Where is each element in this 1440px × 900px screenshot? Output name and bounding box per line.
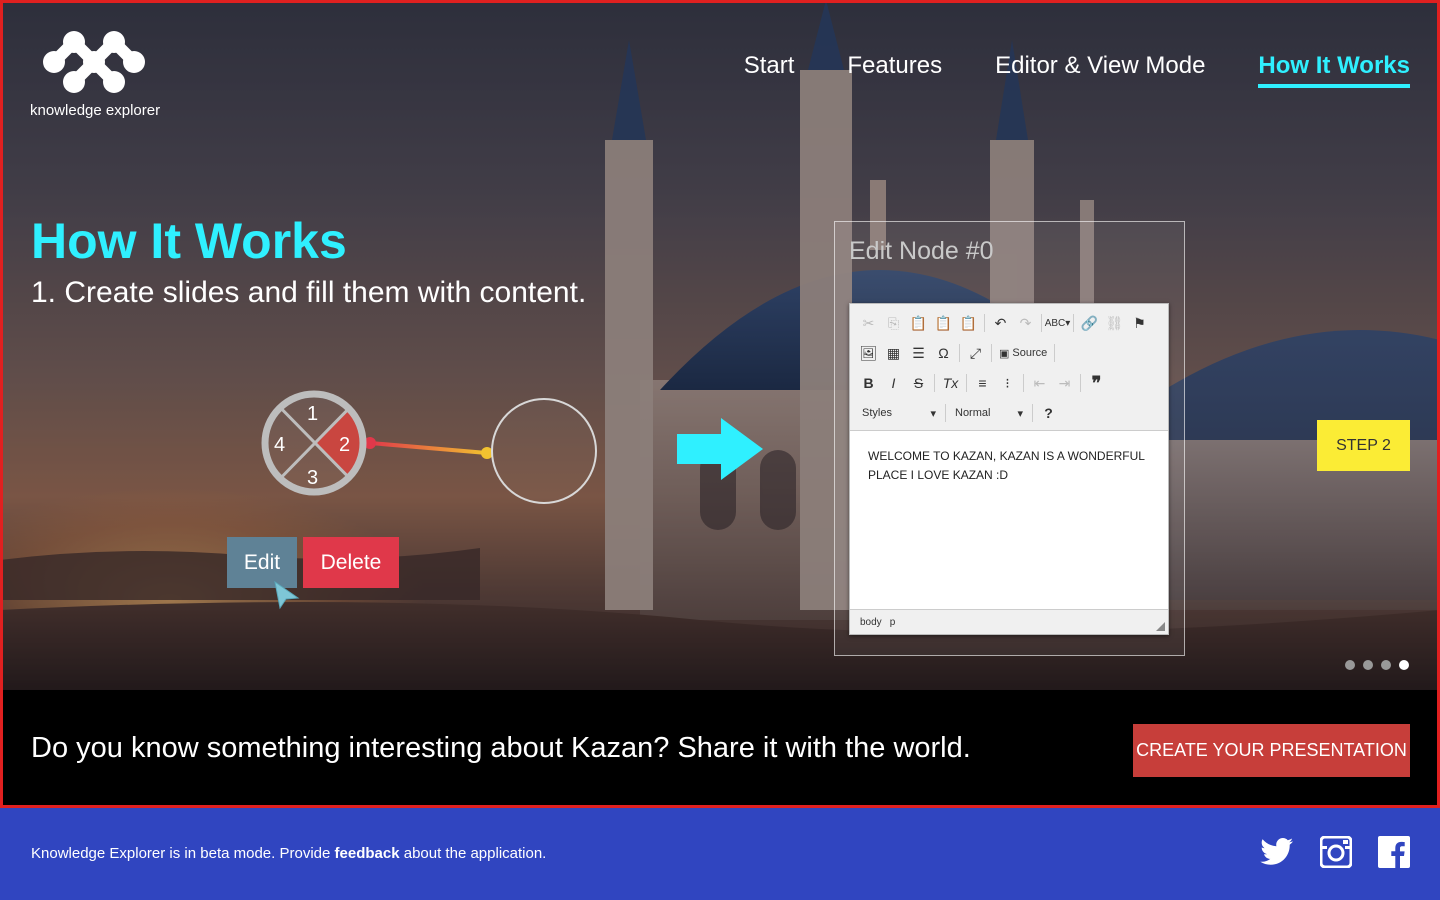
editor-content[interactable]: WELCOME TO KAZAN, KAZAN IS A WONDERFUL P… xyxy=(850,431,1168,609)
edit-node-panel: Edit Node #0 ✂ ⎘ 📋 📋 📋 ↶ ↷ ABC▾ 🔗 ⛓ ⚑ 🖼 … xyxy=(834,221,1185,656)
node-segment-1[interactable]: 1 xyxy=(307,403,318,425)
cta-text: Do you know something interesting about … xyxy=(31,732,971,764)
strikethrough-icon[interactable]: S xyxy=(906,371,931,395)
feedback-link[interactable]: feedback xyxy=(335,845,400,862)
undo-icon[interactable]: ↶ xyxy=(988,311,1013,335)
logo-icon xyxy=(43,31,145,93)
arrow-right-icon xyxy=(677,418,763,480)
footer-text: Knowledge Explorer is in beta mode. Prov… xyxy=(31,845,546,862)
cta-bar: Do you know something interesting about … xyxy=(0,690,1440,808)
logo-text: knowledge explorer xyxy=(30,102,161,119)
photo-overlay xyxy=(0,0,1440,690)
editor-toolbar: ✂ ⎘ 📋 📋 📋 ↶ ↷ ABC▾ 🔗 ⛓ ⚑ 🖼 ▦ ☰ Ω ⤢ ▣ Sou… xyxy=(850,304,1168,431)
redo-icon[interactable]: ↷ xyxy=(1013,311,1038,335)
slide-dots xyxy=(1345,660,1409,670)
cursor-pointer-icon xyxy=(274,580,300,610)
step-badge: STEP 2 xyxy=(1317,420,1410,471)
node-diagram: 1 2 3 4 xyxy=(261,390,597,504)
source-label: Source xyxy=(1012,347,1048,359)
node-segment-4[interactable]: 4 xyxy=(274,434,285,456)
node-segment-2[interactable]: 2 xyxy=(339,434,350,456)
chevron-down-icon: ▾ xyxy=(930,407,936,420)
slide-dot-3[interactable] xyxy=(1381,660,1391,670)
spellcheck-icon[interactable]: ABC▾ xyxy=(1045,311,1071,335)
unlink-icon[interactable]: ⛓ xyxy=(1102,311,1127,335)
resize-handle-icon[interactable] xyxy=(1156,622,1165,631)
path-p[interactable]: p xyxy=(890,617,896,628)
path-body[interactable]: body xyxy=(860,617,882,628)
footer: Knowledge Explorer is in beta mode. Prov… xyxy=(0,808,1440,900)
main-nav: Start Features Editor & View Mode How It… xyxy=(744,52,1410,88)
nav-start[interactable]: Start xyxy=(744,52,795,88)
node-segment-3[interactable]: 3 xyxy=(307,467,318,489)
cut-icon[interactable]: ✂ xyxy=(856,311,881,335)
maximize-icon[interactable]: ⤢ xyxy=(963,341,988,365)
facebook-icon[interactable] xyxy=(1378,836,1410,872)
outdent-icon[interactable]: ⇤ xyxy=(1027,371,1052,395)
indent-icon[interactable]: ⇥ xyxy=(1052,371,1077,395)
help-icon[interactable]: ? xyxy=(1036,401,1061,425)
special-char-icon[interactable]: Ω xyxy=(931,341,956,365)
styles-label: Styles xyxy=(862,407,892,419)
delete-button[interactable]: Delete xyxy=(303,537,399,588)
format-dropdown[interactable]: Normal ▾ xyxy=(949,407,1029,420)
italic-icon[interactable]: I xyxy=(881,371,906,395)
horizontal-line-icon[interactable]: ☰ xyxy=(906,341,931,365)
copy-icon[interactable]: ⎘ xyxy=(881,311,906,335)
hero-section: knowledge explorer Start Features Editor… xyxy=(0,0,1440,690)
source-button[interactable]: ▣ Source xyxy=(995,347,1051,360)
paste-word-icon[interactable]: 📋 xyxy=(956,311,981,335)
styles-dropdown[interactable]: Styles ▾ xyxy=(856,407,942,420)
hero-title: How It Works xyxy=(31,213,347,269)
empty-node[interactable] xyxy=(491,398,597,504)
link-icon[interactable]: 🔗 xyxy=(1077,311,1102,335)
social-links xyxy=(1260,835,1410,872)
node-connector xyxy=(369,441,488,455)
twitter-icon[interactable] xyxy=(1260,838,1294,870)
nav-editor-view-mode[interactable]: Editor & View Mode xyxy=(995,52,1205,88)
create-presentation-button[interactable]: CREATE YOUR PRESENTATION xyxy=(1133,724,1410,777)
chevron-down-icon: ▾ xyxy=(1017,407,1023,420)
remove-format-icon[interactable]: Tx xyxy=(938,371,963,395)
paste-text-icon[interactable]: 📋 xyxy=(931,311,956,335)
anchor-flag-icon[interactable]: ⚑ xyxy=(1127,311,1152,335)
table-icon[interactable]: ▦ xyxy=(881,341,906,365)
source-icon: ▣ xyxy=(999,347,1010,360)
numbered-list-icon[interactable]: ≡ xyxy=(970,371,995,395)
format-label: Normal xyxy=(955,407,991,419)
bold-icon[interactable]: B xyxy=(856,371,881,395)
logo[interactable]: knowledge explorer xyxy=(30,28,170,123)
edit-panel-title: Edit Node #0 xyxy=(849,237,994,265)
editor-status-bar: body p xyxy=(850,609,1168,634)
blockquote-icon[interactable]: ❞ xyxy=(1084,371,1109,395)
bullet-list-icon[interactable]: ⁝ xyxy=(995,371,1020,395)
slide-dot-1[interactable] xyxy=(1345,660,1355,670)
image-icon[interactable]: 🖼 xyxy=(856,341,881,365)
footer-text-after: about the application. xyxy=(399,845,547,862)
nav-how-it-works[interactable]: How It Works xyxy=(1258,52,1410,88)
footer-text-before: Knowledge Explorer is in beta mode. Prov… xyxy=(31,845,335,862)
slide-dot-4[interactable] xyxy=(1399,660,1409,670)
paste-icon[interactable]: 📋 xyxy=(906,311,931,335)
hero-subtitle: 1. Create slides and fill them with cont… xyxy=(31,276,587,309)
rich-text-editor: ✂ ⎘ 📋 📋 📋 ↶ ↷ ABC▾ 🔗 ⛓ ⚑ 🖼 ▦ ☰ Ω ⤢ ▣ Sou… xyxy=(849,303,1169,635)
instagram-icon[interactable] xyxy=(1319,835,1353,872)
nav-features[interactable]: Features xyxy=(847,52,942,88)
slide-dot-2[interactable] xyxy=(1363,660,1373,670)
